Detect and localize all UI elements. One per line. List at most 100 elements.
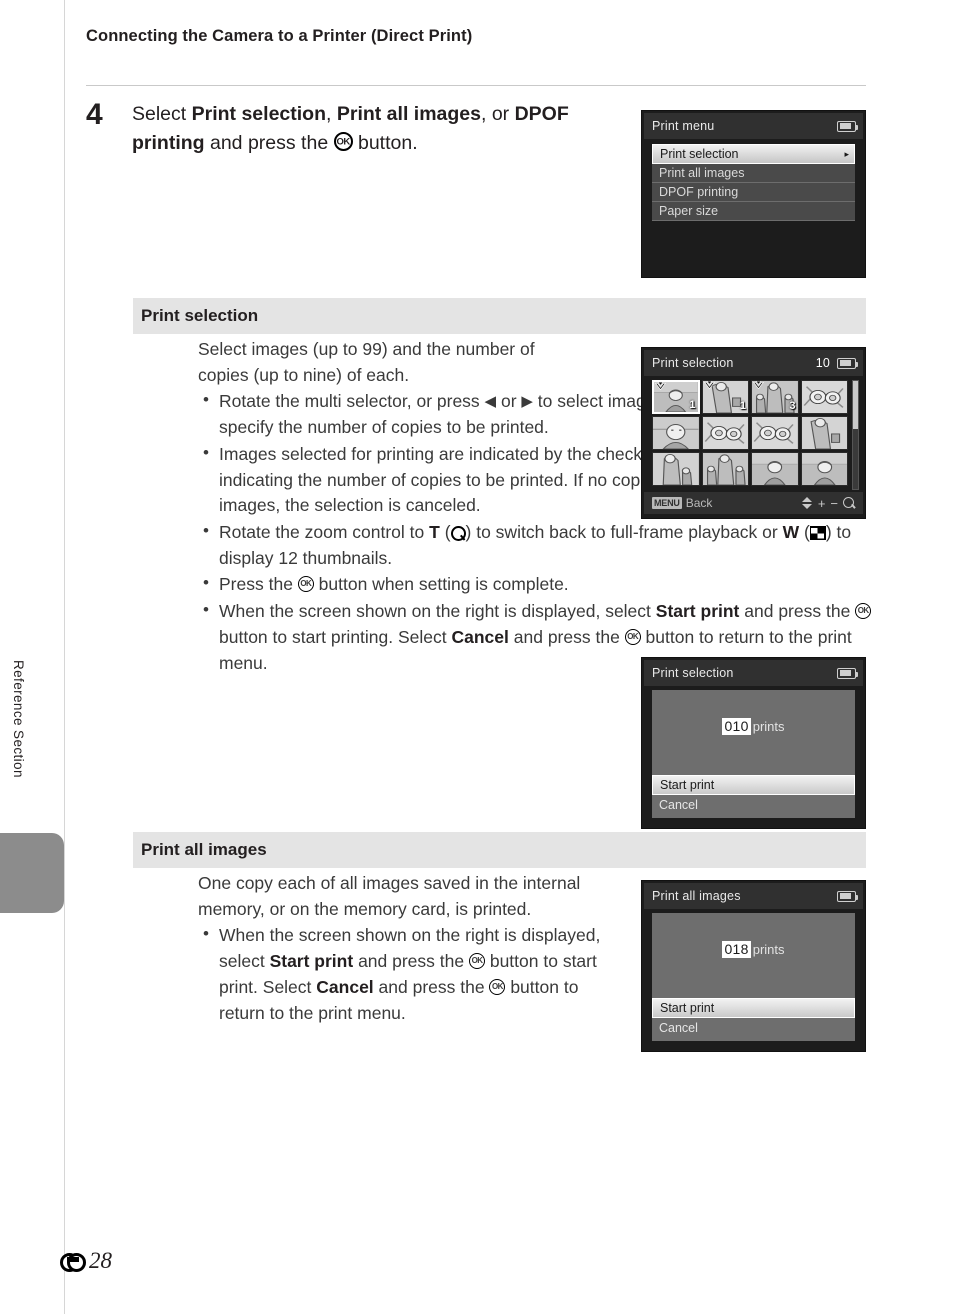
cancel-button[interactable]: Cancel — [652, 795, 855, 814]
footer-icons: + − — [802, 496, 856, 511]
direction-glyph: ◀ — [484, 393, 497, 411]
emphasized-term: T — [429, 522, 440, 543]
body-text: Press the — [219, 574, 298, 595]
manual-page: Connecting the Camera to a Printer (Dire… — [0, 0, 954, 1314]
copy-count: 3 — [789, 400, 796, 412]
section-thumb-tab — [0, 833, 64, 913]
lcd-title-bar: Print selection — [644, 660, 863, 686]
prints-count: 018 — [722, 941, 751, 959]
bullet-press-ok: Press the button when setting is complet… — [198, 571, 888, 598]
emphasized-term: Start print — [655, 601, 740, 622]
step-block: 4 Select Print selection, Print all imag… — [86, 100, 626, 159]
step-text-end: button. — [352, 132, 418, 155]
prints-count: 010 — [722, 718, 751, 736]
body-text: Images selected for printing are indicat… — [219, 443, 697, 464]
menu-button-chip: MENU — [652, 497, 682, 509]
start-print-button[interactable]: Start print — [652, 775, 855, 795]
step-text-or: , or — [480, 103, 515, 125]
lcd-title-bar: Print all images — [644, 883, 863, 909]
thumbnail-cell-1[interactable]: 1 — [701, 380, 749, 414]
battery-icon — [837, 120, 859, 132]
magnifier-icon — [843, 496, 856, 510]
print-selection-intro: Select images (up to 99) and the number … — [198, 339, 535, 385]
direction-glyph: ▶ — [521, 393, 533, 411]
bullet-zoom-control: Rotate the zoom control to T () to switc… — [198, 519, 888, 571]
up-down-arrows-icon — [802, 497, 813, 509]
page-folio: 28 — [60, 1248, 112, 1274]
header-divider — [86, 85, 866, 86]
confirm-button-stack: Start print Cancel — [652, 998, 855, 1037]
start-print-button[interactable]: Start print — [652, 998, 855, 1018]
emphasized-term: Cancel — [451, 626, 509, 647]
body-text: Rotate the zoom control to — [219, 522, 430, 543]
print-selection-thumbnails-screen: Print selection 10 1 1 3 MENU Back + − — [641, 347, 866, 519]
thumbnail-cell-0[interactable]: 1 — [652, 380, 700, 414]
body-text: and press the — [508, 626, 625, 647]
thumbnail-cell-8[interactable] — [652, 452, 700, 486]
body-text: and press the — [739, 601, 856, 622]
thumbnail-cell-5[interactable] — [701, 416, 749, 450]
page-side-rule — [64, 0, 65, 1314]
section-side-label: Reference Section — [11, 660, 26, 778]
body-text: button to start printing. Select — [219, 626, 452, 647]
check-mark-icon — [655, 382, 666, 391]
confirm-panel: 018 prints Start print Cancel — [652, 913, 855, 1041]
thumbnail-cell-4[interactable] — [652, 416, 700, 450]
lcd-title-text: Print selection — [652, 356, 734, 370]
reference-section-icon — [60, 1252, 86, 1272]
lcd-title-text: Print selection — [652, 666, 734, 680]
print-menu-item-2[interactable]: DPOF printing — [652, 183, 855, 202]
body-text: button when setting is complete. — [313, 574, 569, 595]
copy-count: 1 — [689, 399, 696, 411]
thumbnail-scrollbar[interactable] — [852, 380, 859, 490]
ok-button-icon — [468, 953, 485, 970]
print-menu-item-0[interactable]: Print selection ▸ — [652, 144, 855, 164]
thumbnail-cell-10[interactable] — [751, 452, 799, 486]
print-menu-screen: Print menu Print selection ▸ Print all ima… — [641, 110, 866, 278]
print-all-body: One copy each of all images saved in the… — [198, 871, 618, 1026]
confirm-button-stack: Start print Cancel — [652, 775, 855, 814]
thumbnail-cell-3[interactable] — [800, 380, 848, 414]
step-text-press: and press the — [204, 132, 334, 155]
magnifier-icon — [450, 526, 466, 542]
selected-count: 10 — [815, 356, 830, 370]
body-text: ( — [439, 522, 451, 543]
plus-icon: + — [817, 495, 826, 511]
ok-button-icon — [489, 978, 506, 995]
body-text: ( — [799, 522, 810, 543]
thumbnail-grid: 1 1 3 — [652, 380, 848, 486]
ok-button-icon — [624, 628, 641, 645]
folio-number: 28 — [89, 1248, 112, 1273]
thumbnail-grid-icon — [809, 526, 826, 541]
menu-item-label: DPOF printing — [659, 185, 739, 199]
thumbnail-cell-11[interactable] — [800, 452, 848, 486]
battery-icon — [837, 357, 859, 369]
ok-button-icon — [297, 576, 314, 593]
body-text: Rotate the multi selector, or press — [219, 391, 485, 412]
prints-count-row: 018 prints — [652, 941, 855, 959]
step-text-comma1: , — [326, 103, 337, 125]
thumbnail-cell-2[interactable]: 3 — [751, 380, 799, 414]
step-instruction: Select Print selection, Print all images… — [132, 100, 626, 159]
body-text: and press the — [373, 976, 490, 997]
body-text: When the screen shown on the right is di… — [219, 601, 656, 622]
body-text: or — [496, 391, 522, 412]
battery-icon — [837, 667, 859, 679]
check-mark-icon — [753, 381, 764, 390]
step-term-print-all-images: Print all images — [336, 103, 481, 125]
thumbnail-cell-7[interactable] — [800, 416, 848, 450]
print-menu-item-1[interactable]: Print all images — [652, 164, 855, 183]
print-menu-list-area: Print selection ▸ Print all images DPOF pri… — [644, 139, 863, 267]
minus-icon: − — [830, 495, 838, 511]
cancel-button[interactable]: Cancel — [652, 1018, 855, 1037]
thumbnail-cell-6[interactable] — [751, 416, 799, 450]
print-menu-item-3[interactable]: Paper size — [652, 202, 855, 221]
print-menu-list: Print selection ▸ Print all images DPOF pri… — [652, 144, 855, 221]
emphasized-term: W — [782, 522, 800, 543]
lcd-title-text: Print menu — [652, 119, 715, 133]
check-mark-icon — [703, 381, 715, 390]
lcd-bottom-strip — [644, 267, 863, 273]
bullet-start-print-all: When the screen shown on the right is di… — [198, 922, 618, 1026]
lcd-title-text: Print all images — [652, 889, 741, 903]
thumbnail-cell-9[interactable] — [701, 452, 749, 486]
